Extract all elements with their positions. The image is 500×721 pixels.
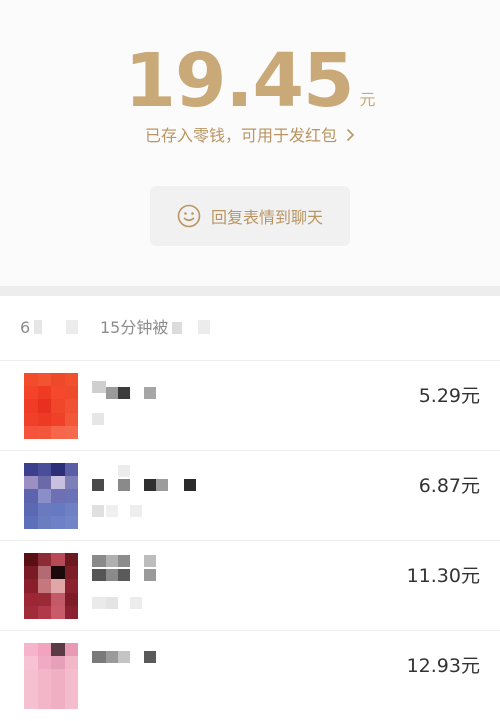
pixelated-name bbox=[106, 387, 118, 399]
pixelated-time bbox=[130, 597, 142, 609]
red-packet-summary: 6 15分钟被 bbox=[0, 296, 500, 360]
change-wallet-link[interactable]: 已存入零钱，可用于发红包 bbox=[0, 124, 500, 148]
pixelated-time bbox=[92, 505, 104, 517]
pixelated-name bbox=[92, 569, 106, 581]
change-wallet-link-label: 已存入零钱，可用于发红包 bbox=[144, 126, 337, 145]
pixelated-name bbox=[118, 651, 130, 663]
pixelated-text bbox=[66, 320, 78, 334]
pixelated-name bbox=[106, 569, 118, 581]
pixelated-text bbox=[172, 322, 182, 334]
pixelated-name bbox=[118, 569, 130, 581]
received-amount: 19.45 bbox=[124, 38, 354, 124]
record-amount: 5.29元 bbox=[418, 385, 480, 407]
pixelated-name bbox=[118, 479, 130, 491]
reply-sticker-button[interactable]: 回复表情到聊天 bbox=[150, 186, 350, 246]
pixelated-time bbox=[106, 597, 118, 609]
avatar bbox=[24, 643, 78, 709]
list-item[interactable]: 5.29元 bbox=[0, 360, 500, 451]
pixelated-name bbox=[118, 387, 130, 399]
pixelated-name bbox=[144, 387, 156, 399]
pixelated-name bbox=[118, 555, 130, 567]
record-amount: 12.93元 bbox=[406, 655, 480, 677]
amount-unit: 元 bbox=[359, 90, 376, 109]
pixelated-time bbox=[106, 505, 118, 517]
pixelated-text bbox=[198, 320, 210, 334]
amount-display: 19.45 元 bbox=[0, 38, 500, 118]
record-amount: 11.30元 bbox=[406, 565, 480, 587]
chevron-right-icon bbox=[341, 126, 355, 145]
pixelated-name bbox=[92, 381, 106, 393]
avatar bbox=[24, 553, 78, 619]
pixelated-name bbox=[118, 465, 130, 477]
pixelated-time bbox=[92, 413, 104, 425]
avatar bbox=[24, 373, 78, 439]
pixelated-name bbox=[92, 555, 106, 567]
pixelated-text bbox=[34, 320, 42, 334]
header-area: · 19.45 元 已存入零钱，可用于发红包 回复表情到聊天 bbox=[0, 0, 500, 286]
reply-sticker-label: 回复表情到聊天 bbox=[210, 208, 323, 227]
pixelated-name bbox=[106, 555, 118, 567]
pixelated-name bbox=[92, 651, 106, 663]
pixelated-time bbox=[92, 597, 106, 609]
pixelated-name bbox=[106, 651, 118, 663]
list-item[interactable]: 12.93元 bbox=[0, 630, 500, 721]
pixelated-name bbox=[184, 479, 196, 491]
page-title: · bbox=[0, 0, 500, 6]
section-divider bbox=[0, 286, 500, 296]
record-amount: 6.87元 bbox=[418, 475, 480, 497]
list-item[interactable]: 11.30元 bbox=[0, 540, 500, 631]
summary-count: 6 bbox=[20, 318, 31, 337]
pixelated-name bbox=[144, 651, 156, 663]
list-item[interactable]: 6.87元 bbox=[0, 450, 500, 541]
pixelated-name bbox=[156, 479, 168, 491]
avatar bbox=[24, 463, 78, 529]
pixelated-name bbox=[144, 479, 156, 491]
pixelated-time bbox=[130, 505, 142, 517]
summary-time: 15分钟被 bbox=[100, 318, 169, 337]
pixelated-name bbox=[144, 555, 156, 567]
pixelated-name bbox=[144, 569, 156, 581]
smile-icon bbox=[177, 204, 201, 228]
pixelated-name bbox=[92, 479, 104, 491]
